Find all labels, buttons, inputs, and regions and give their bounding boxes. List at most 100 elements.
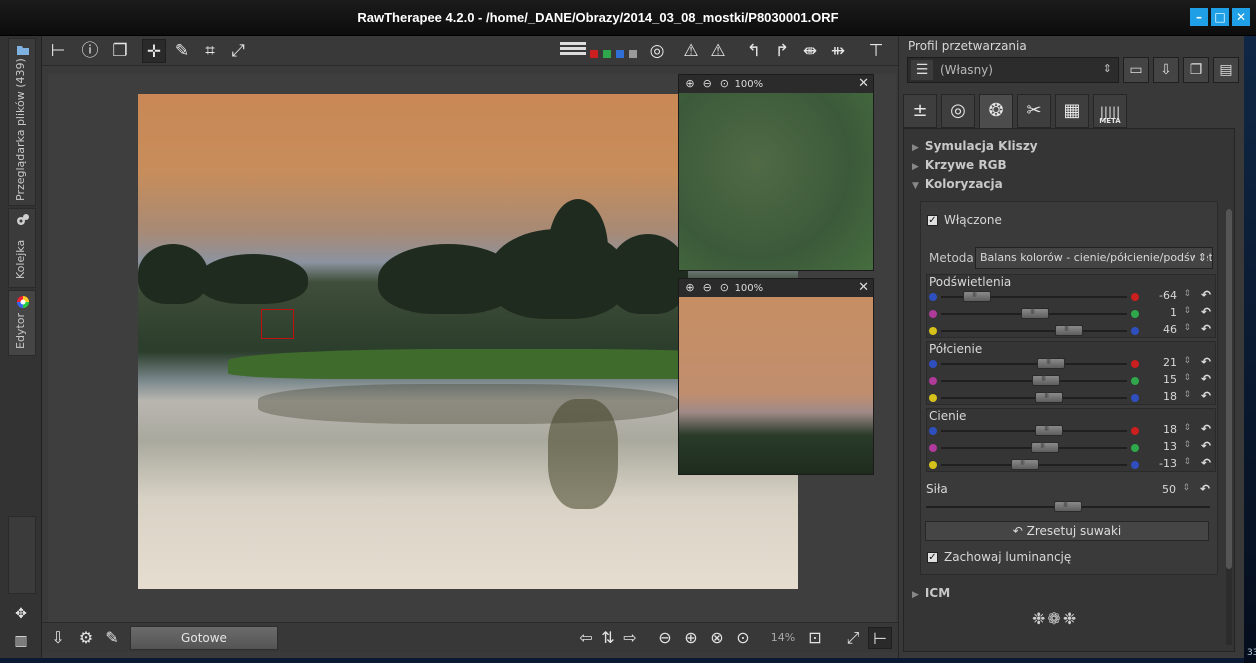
- highlights-red-slider[interactable]: -64 ⇕ ↶: [927, 288, 1217, 305]
- zoom-fit-icon[interactable]: ⊗: [706, 627, 728, 649]
- reset-icon[interactable]: ↶: [1201, 372, 1211, 386]
- reset-icon[interactable]: ↶: [1201, 422, 1211, 436]
- tab-queue[interactable]: Kolejka: [8, 208, 36, 288]
- zoom-in-icon[interactable]: ⊕: [680, 627, 702, 649]
- next-image-icon[interactable]: ⇨: [620, 627, 640, 649]
- method-select[interactable]: Balans kolorów - cienie/półcienie/podświ…: [975, 247, 1213, 269]
- white-balance-picker-icon[interactable]: ✎: [170, 39, 194, 63]
- spin-icon[interactable]: ⇕: [1183, 440, 1191, 450]
- bars-icon[interactable]: ▥: [9, 629, 33, 653]
- zoom-out-icon[interactable]: ⊖: [700, 75, 714, 93]
- tab-file-browser[interactable]: Przeglądarka plików (439): [8, 38, 36, 206]
- preserve-luminance-checkbox[interactable]: ✓ Zachowaj luminancję: [927, 550, 1071, 564]
- spin-icon[interactable]: ⇕: [1183, 323, 1191, 333]
- save-profile-button[interactable]: ⇩: [1153, 57, 1179, 83]
- rotate-left-icon[interactable]: ↰: [742, 39, 766, 63]
- spin-icon[interactable]: ⇕: [1183, 306, 1191, 316]
- section-icm[interactable]: ▶ ICM: [912, 586, 950, 600]
- highlight-clip-warning-icon[interactable]: ⚠: [706, 39, 730, 63]
- highlights-blue-slider[interactable]: 46 ⇕ ↶: [927, 322, 1217, 339]
- midtones-blue-slider[interactable]: 18 ⇕ ↶: [927, 389, 1217, 406]
- slider-handle[interactable]: [1054, 499, 1082, 512]
- reset-icon[interactable]: ↶: [1201, 456, 1211, 470]
- tab-exposure[interactable]: ±: [903, 94, 937, 128]
- previous-image-icon[interactable]: ⇦: [576, 627, 596, 649]
- shadows-red-slider[interactable]: 18 ⇕ ↶: [927, 422, 1217, 439]
- slider-handle[interactable]: [1035, 423, 1063, 436]
- load-profile-button[interactable]: ▭: [1123, 57, 1149, 83]
- section-film-simulation[interactable]: ▶ Symulacja Kliszy: [912, 139, 1038, 153]
- tab-color[interactable]: ❂: [979, 94, 1013, 128]
- rotate-right-icon[interactable]: ↱: [770, 39, 794, 63]
- focus-mask-icon[interactable]: ◎: [645, 39, 669, 63]
- slider-handle[interactable]: [963, 289, 991, 302]
- detail-window-1[interactable]: ⊕ ⊖ ⊙ 100% ✕: [678, 74, 874, 271]
- hide-panel-icon[interactable]: ⊢: [46, 39, 70, 63]
- spin-icon[interactable]: ⇕: [1183, 356, 1191, 366]
- spin-icon[interactable]: ⇕: [1183, 423, 1191, 433]
- close-icon[interactable]: ✕: [858, 75, 869, 93]
- strength-slider[interactable]: [926, 498, 1216, 515]
- info-icon[interactable]: ⓘ: [78, 39, 102, 63]
- preview-mode-icon[interactable]: [560, 40, 586, 62]
- copy-profile-button[interactable]: ❐: [1183, 57, 1209, 83]
- tab-metadata[interactable]: ||||| META: [1093, 94, 1127, 128]
- panel-scrollbar[interactable]: [1226, 209, 1232, 645]
- shadows-green-slider[interactable]: 13 ⇕ ↶: [927, 439, 1217, 456]
- section-rgb-curves[interactable]: ▶ Krzywe RGB: [912, 158, 1007, 172]
- reset-icon[interactable]: ↶: [1201, 389, 1211, 403]
- green-channel-icon[interactable]: [603, 50, 611, 58]
- shadows-blue-slider[interactable]: -13 ⇕ ↶: [927, 456, 1217, 473]
- red-channel-icon[interactable]: [590, 50, 598, 58]
- enabled-checkbox[interactable]: ✓ Włączone: [927, 213, 1002, 227]
- zoom-100-icon[interactable]: ⊙: [717, 279, 731, 297]
- spin-icon[interactable]: ⇕: [1183, 390, 1191, 400]
- close-icon[interactable]: ✕: [858, 279, 869, 297]
- reset-icon[interactable]: ↶: [1201, 305, 1211, 319]
- slider-handle[interactable]: [1035, 390, 1063, 403]
- reset-icon[interactable]: ↶: [1201, 355, 1211, 369]
- straighten-icon[interactable]: ⤢: [226, 39, 250, 63]
- paste-profile-button[interactable]: ▤: [1213, 57, 1239, 83]
- tab-transform[interactable]: ✂: [1017, 94, 1051, 128]
- detail-focus-box[interactable]: [261, 309, 294, 339]
- tab-raw[interactable]: ▦: [1055, 94, 1089, 128]
- highlights-green-slider[interactable]: 1 ⇕ ↶: [927, 305, 1217, 322]
- navigator-icon[interactable]: ✥: [9, 602, 33, 626]
- image-viewport[interactable]: ⊕ ⊖ ⊙ 100% ✕ ⊕ ⊖ ⊙ 100% ✕: [48, 74, 896, 622]
- reset-icon[interactable]: ↶: [1200, 482, 1210, 496]
- slider-handle[interactable]: [1037, 356, 1065, 369]
- midtones-red-slider[interactable]: 21 ⇕ ↶: [927, 355, 1217, 372]
- new-detail-window-icon[interactable]: ⊡: [804, 627, 826, 649]
- zoom-100-icon[interactable]: ⊙: [717, 75, 731, 93]
- queue-add-icon[interactable]: ⚙: [74, 627, 98, 649]
- zoom-in-icon[interactable]: ⊕: [683, 279, 697, 297]
- scrollbar-thumb[interactable]: [1226, 209, 1232, 569]
- crop-icon[interactable]: ⌗: [198, 39, 222, 63]
- slider-handle[interactable]: [1032, 373, 1060, 386]
- maximize-button[interactable]: □: [1211, 8, 1229, 26]
- slider-handle[interactable]: [1021, 306, 1049, 319]
- blue-channel-icon[interactable]: [616, 50, 624, 58]
- minimize-button[interactable]: –: [1190, 8, 1208, 26]
- flip-horizontal-icon[interactable]: ⇼: [798, 39, 822, 63]
- hand-tool-icon[interactable]: ✛: [142, 39, 166, 63]
- zoom-in-icon[interactable]: ⊕: [683, 75, 697, 93]
- external-editor-icon[interactable]: ✎: [100, 627, 124, 649]
- fullscreen-icon[interactable]: ⤢: [842, 627, 864, 649]
- detail-window-2[interactable]: ⊕ ⊖ ⊙ 100% ✕: [678, 278, 874, 475]
- tab-details[interactable]: ◎: [941, 94, 975, 128]
- sync-icon[interactable]: ⇅: [598, 627, 618, 649]
- zoom-out-icon[interactable]: ⊖: [654, 627, 676, 649]
- shadow-clip-warning-icon[interactable]: ⚠: [679, 39, 703, 63]
- reset-sliders-button[interactable]: ↶ Zresetuj suwaki: [925, 521, 1209, 541]
- hide-right-panel-icon[interactable]: ⊢: [868, 627, 892, 649]
- spin-icon[interactable]: ⇕: [1183, 373, 1191, 383]
- reset-icon[interactable]: ↶: [1201, 439, 1211, 453]
- spin-icon[interactable]: ⇕: [1182, 483, 1190, 493]
- reset-icon[interactable]: ↶: [1201, 322, 1211, 336]
- spin-icon[interactable]: ⇕: [1183, 457, 1191, 467]
- flip-vertical-icon[interactable]: ⇻: [826, 39, 850, 63]
- before-after-icon[interactable]: ❐: [108, 39, 132, 63]
- spin-icon[interactable]: ⇕: [1183, 289, 1191, 299]
